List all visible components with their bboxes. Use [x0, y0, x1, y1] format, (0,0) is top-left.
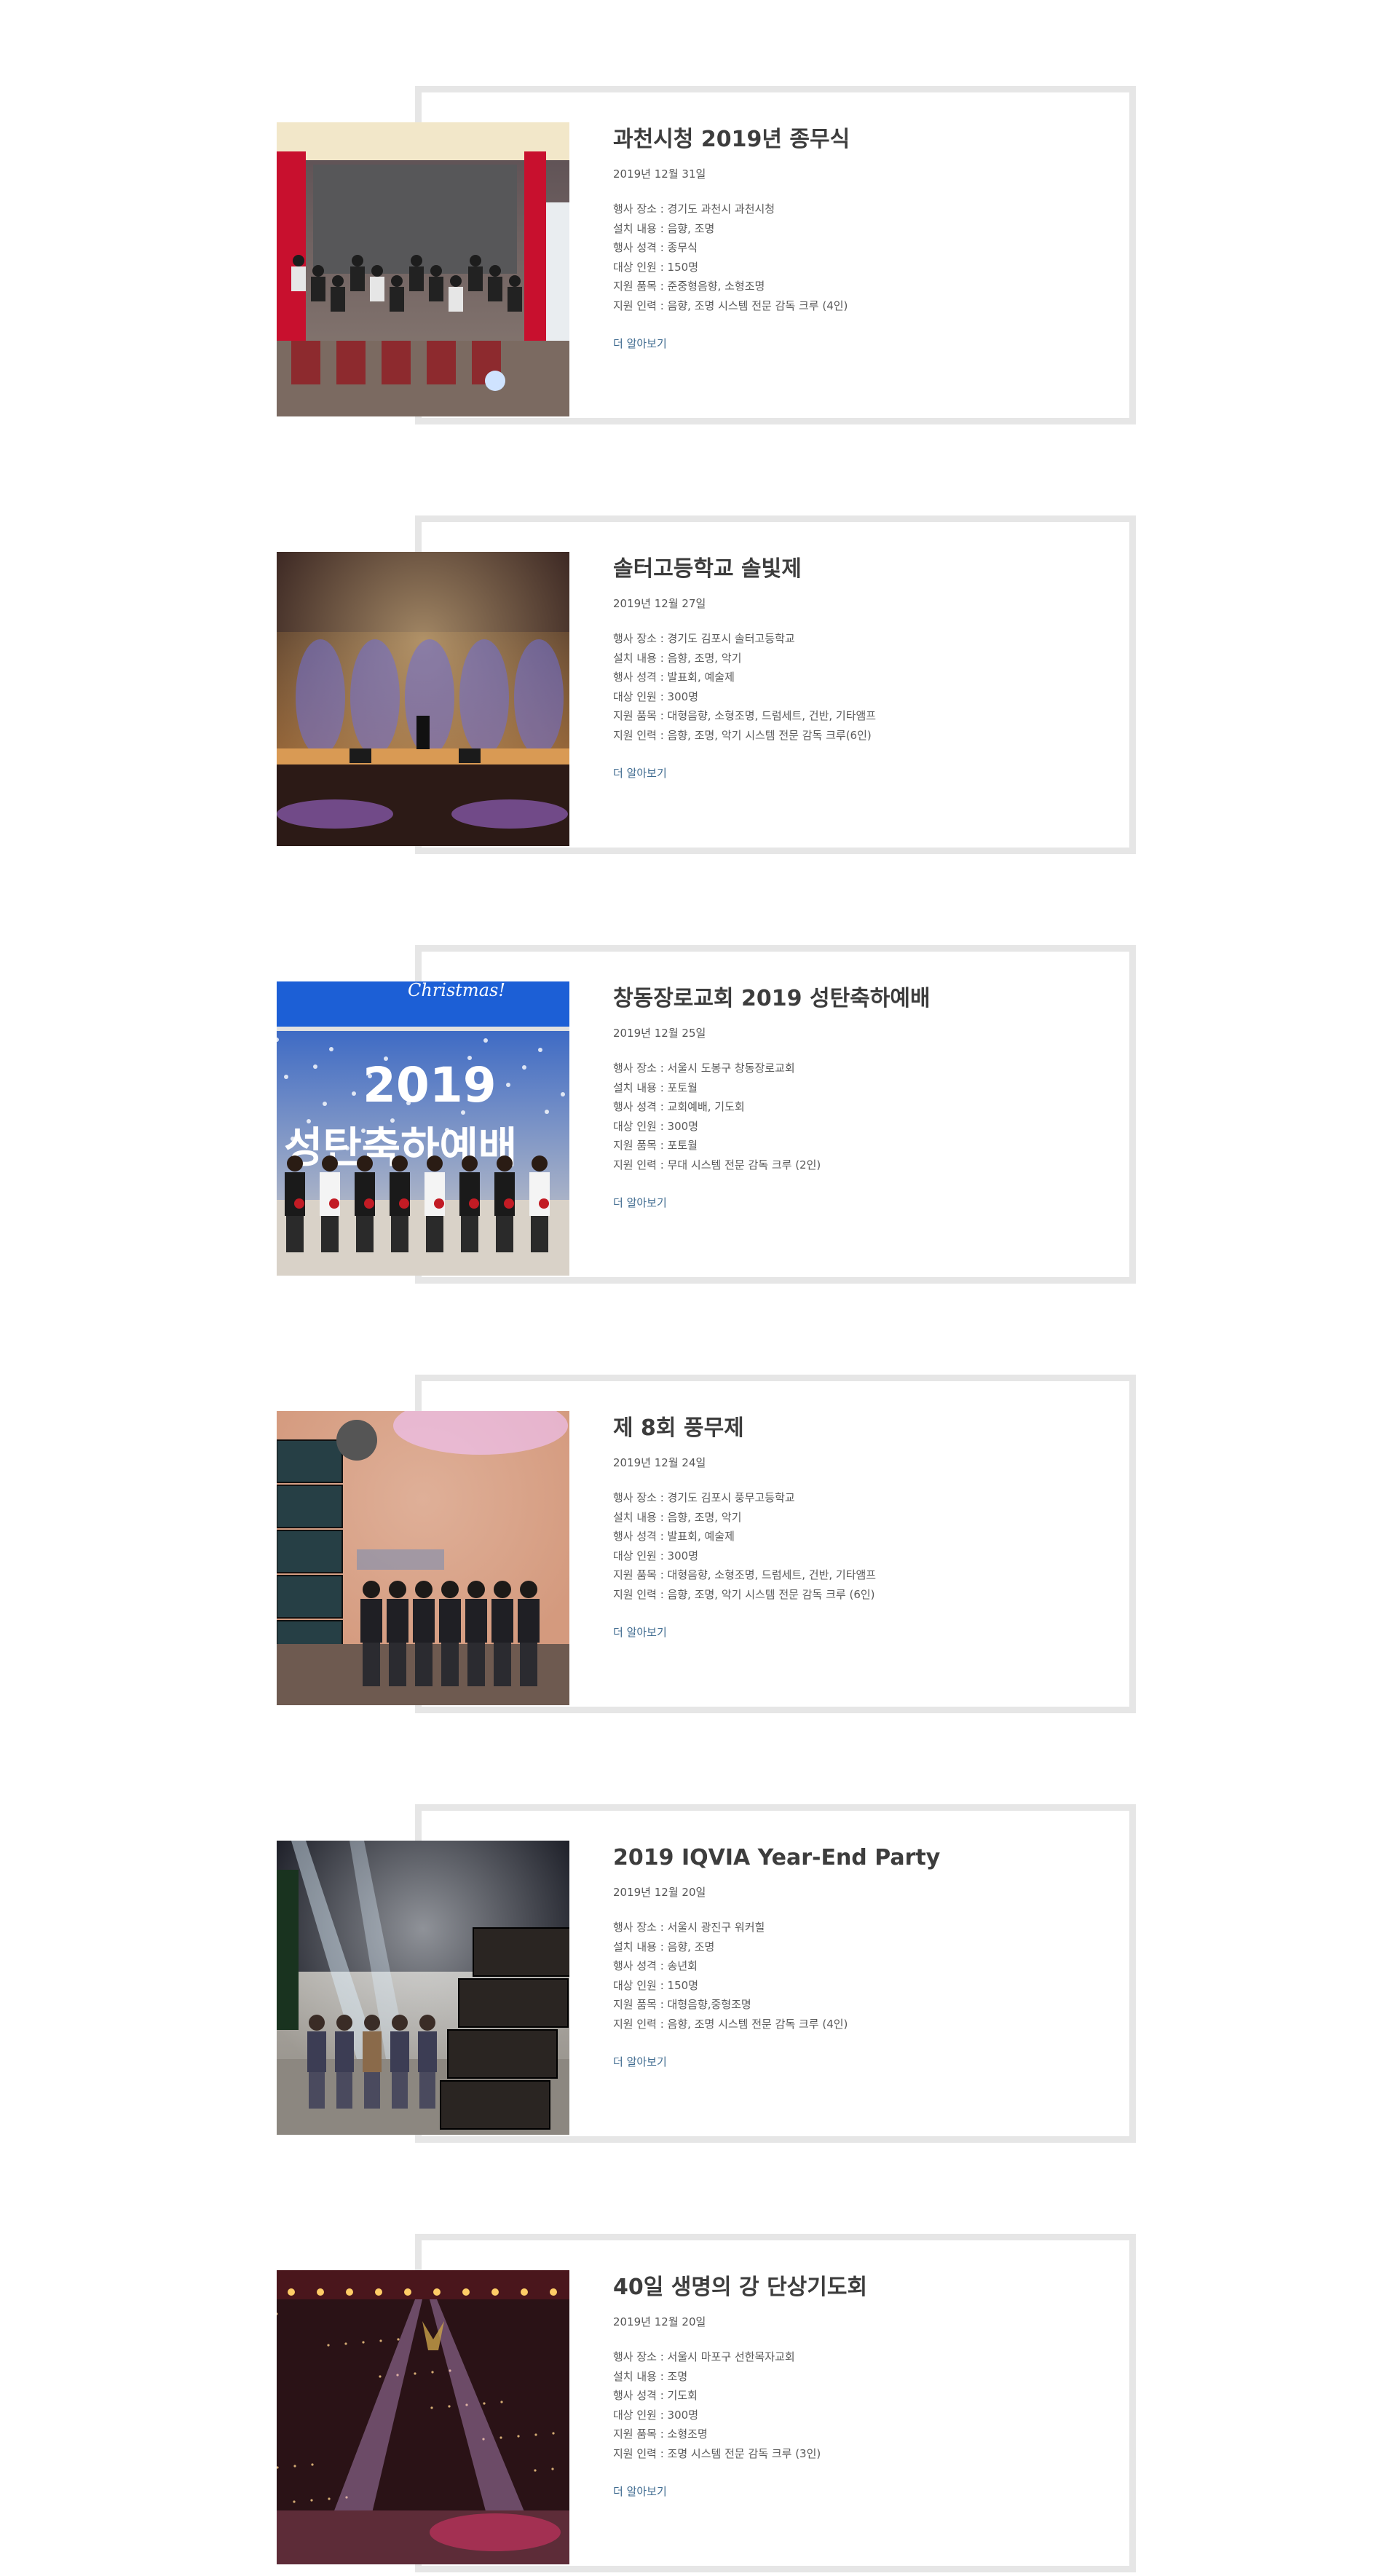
event-details: 행사 장소 : 서울시 광진구 워커힐설치 내용 : 음향, 조명행사 성격 :…	[613, 1918, 1108, 2034]
event-detail-line: 설치 내용 : 음향, 조명, 악기	[613, 1510, 742, 1524]
event-detail-line: 대상 인원 : 150명	[613, 1978, 698, 1992]
event-photo[interactable]	[277, 122, 569, 416]
event-photo[interactable]	[277, 552, 569, 846]
event-detail-line: 행사 성격 : 교회예배, 기도회	[613, 1100, 745, 1113]
event-date: 2019년 12월 20일	[613, 1886, 706, 1899]
event-info: 제 8회 풍무제 2019년 12월 24일행사 장소 : 경기도 김포시 풍무고…	[613, 1413, 1108, 1640]
event-info: 솔터고등학교 솔빛제 2019년 12월 27일행사 장소 : 경기도 김포시 솔…	[613, 553, 1108, 781]
event-detail-line: 지원 품목 : 대형음향,중형조명	[613, 1998, 751, 2011]
event-detail-line: 지원 품목 : 대형음향, 소형조명, 드럼세트, 건반, 기타앰프	[613, 709, 877, 722]
event-title[interactable]: 40일 생명의 강 단상기도회	[613, 2272, 1108, 2304]
event-card: 40일 생명의 강 단상기도회 2019년 12월 20일행사 장소 : 서울시 …	[0, 2234, 1398, 2576]
event-card: 솔터고등학교 솔빛제 2019년 12월 27일행사 장소 : 경기도 김포시 솔…	[0, 515, 1398, 858]
event-detail-line: 대상 인원 : 150명	[613, 260, 698, 274]
event-title[interactable]: 2019 IQVIA Year-End Party	[613, 1842, 1108, 1874]
event-details: 행사 장소 : 서울시 마포구 선한목자교회설치 내용 : 조명행사 성격 : …	[613, 2347, 1108, 2463]
event-detail-line: 행사 장소 : 서울시 마포구 선한목자교회	[613, 2350, 795, 2363]
event-photo-image: Christmas!2019성탄축하예배	[277, 981, 569, 1276]
event-detail-line: 설치 내용 : 포토월	[613, 1080, 698, 1094]
event-detail-line: 행사 성격 : 발표회, 예술제	[613, 671, 735, 684]
event-date: 2019년 12월 25일	[613, 1027, 706, 1040]
event-detail-line: 지원 품목 : 포토월	[613, 1139, 698, 1152]
event-details: 행사 장소 : 경기도 김포시 솔터고등학교설치 내용 : 음향, 조명, 악기…	[613, 629, 1108, 745]
event-detail-line: 설치 내용 : 음향, 조명, 악기	[613, 651, 742, 665]
event-date: 2019년 12월 31일	[613, 167, 706, 181]
event-title[interactable]: 제 8회 풍무제	[613, 1413, 1108, 1445]
event-detail-line: 설치 내용 : 조명	[613, 2369, 688, 2383]
learn-more-link[interactable]: 더 알아보기	[613, 2054, 667, 2070]
event-card: 과천시청 2019년 종무식 2019년 12월 31일행사 장소 : 경기도 과…	[0, 86, 1398, 428]
event-details: 행사 장소 : 경기도 김포시 풍무고등학교설치 내용 : 음향, 조명, 악기…	[613, 1488, 1108, 1604]
event-detail-line: 지원 품목 : 소형조명	[613, 2427, 708, 2441]
event-detail-line: 행사 성격 : 종무식	[613, 241, 698, 254]
event-detail-line: 행사 장소 : 서울시 광진구 워커힐	[613, 1921, 765, 1934]
event-detail-line: 대상 인원 : 300명	[613, 2408, 698, 2422]
event-detail-line: 행사 장소 : 경기도 과천시 과천시청	[613, 202, 775, 216]
learn-more-link[interactable]: 더 알아보기	[613, 1195, 667, 1211]
event-detail-line: 지원 인력 : 음향, 조명 시스템 전문 감독 크루 (4인)	[613, 2017, 848, 2031]
event-detail-line: 설치 내용 : 음향, 조명	[613, 1940, 715, 1953]
photo-christmas-text: Christmas!	[408, 981, 505, 1000]
event-card: 2019 IQVIA Year-End Party 2019년 12월 20일행사…	[0, 1804, 1398, 2146]
event-date: 2019년 12월 24일	[613, 1456, 706, 1469]
event-detail-line: 대상 인원 : 300명	[613, 690, 698, 703]
event-detail-line: 지원 품목 : 준중형음향, 소형조명	[613, 280, 765, 293]
event-title[interactable]: 과천시청 2019년 종무식	[613, 124, 1108, 156]
event-detail-line: 행사 장소 : 서울시 도봉구 창동장로교회	[613, 1062, 795, 1075]
event-date: 2019년 12월 27일	[613, 597, 706, 610]
event-detail-line: 설치 내용 : 음향, 조명	[613, 221, 715, 235]
event-details: 행사 장소 : 경기도 과천시 과천시청설치 내용 : 음향, 조명행사 성격 …	[613, 199, 1108, 315]
event-detail-line: 행사 성격 : 송년회	[613, 1959, 698, 1972]
event-detail-line: 행사 성격 : 기도회	[613, 2389, 698, 2402]
event-photo-image	[277, 1841, 569, 2135]
event-detail-line: 지원 인력 : 음향, 조명, 악기 시스템 전문 감독 크루(6인)	[613, 728, 872, 742]
event-photo[interactable]	[277, 2270, 569, 2564]
learn-more-link[interactable]: 더 알아보기	[613, 1624, 667, 1640]
event-title[interactable]: 창동장로교회 2019 성탄축하예배	[613, 983, 1108, 1015]
event-photo[interactable]	[277, 1841, 569, 2135]
event-details: 행사 장소 : 서울시 도봉구 창동장로교회설치 내용 : 포토월행사 성격 :…	[613, 1059, 1108, 1174]
event-detail-line: 대상 인원 : 300명	[613, 1549, 698, 1562]
event-card: Christmas! 2019 성탄축하예배 창동장로교회 2019 성탄축하예배 20…	[0, 945, 1398, 1287]
event-detail-line: 지원 인력 : 음향, 조명 시스템 전문 감독 크루 (4인)	[613, 299, 848, 312]
event-photo[interactable]	[277, 1411, 569, 1705]
event-info: 2019 IQVIA Year-End Party 2019년 12월 20일행사…	[613, 1842, 1108, 2070]
event-photo-image	[277, 552, 569, 846]
learn-more-link[interactable]: 더 알아보기	[613, 765, 667, 781]
event-photo-image	[277, 1411, 569, 1705]
event-card: 제 8회 풍무제 2019년 12월 24일행사 장소 : 경기도 김포시 풍무고…	[0, 1375, 1398, 1717]
photo-year-text: 2019	[363, 1057, 497, 1113]
event-info: 과천시청 2019년 종무식 2019년 12월 31일행사 장소 : 경기도 과…	[613, 124, 1108, 352]
learn-more-link[interactable]: 더 알아보기	[613, 2484, 667, 2500]
event-detail-line: 지원 인력 : 조명 시스템 전문 감독 크루 (3인)	[613, 2446, 821, 2460]
event-info: 40일 생명의 강 단상기도회 2019년 12월 20일행사 장소 : 서울시 …	[613, 2272, 1108, 2500]
event-list: 과천시청 2019년 종무식 2019년 12월 31일행사 장소 : 경기도 과…	[0, 0, 1398, 2572]
event-info: 창동장로교회 2019 성탄축하예배 2019년 12월 25일행사 장소 : 서…	[613, 983, 1108, 1211]
learn-more-link[interactable]: 더 알아보기	[613, 336, 667, 352]
event-date: 2019년 12월 20일	[613, 2315, 706, 2328]
event-detail-line: 지원 인력 : 무대 시스템 전문 감독 크루 (2인)	[613, 1158, 821, 1172]
event-photo[interactable]: Christmas! 2019 성탄축하예배	[277, 981, 569, 1276]
event-title[interactable]: 솔터고등학교 솔빛제	[613, 553, 1108, 585]
event-detail-line: 행사 장소 : 경기도 김포시 풍무고등학교	[613, 1491, 795, 1504]
event-detail-line: 지원 품목 : 대형음향, 소형조명, 드럼세트, 건반, 기타앰프	[613, 1568, 877, 1581]
event-photo-image	[277, 122, 569, 416]
event-detail-line: 행사 장소 : 경기도 김포시 솔터고등학교	[613, 632, 795, 645]
event-detail-line: 지원 인력 : 음향, 조명, 악기 시스템 전문 감독 크루 (6인)	[613, 1587, 875, 1601]
event-detail-line: 대상 인원 : 300명	[613, 1119, 698, 1133]
event-detail-line: 행사 성격 : 발표회, 예술제	[613, 1530, 735, 1543]
event-photo-image	[277, 2270, 569, 2564]
